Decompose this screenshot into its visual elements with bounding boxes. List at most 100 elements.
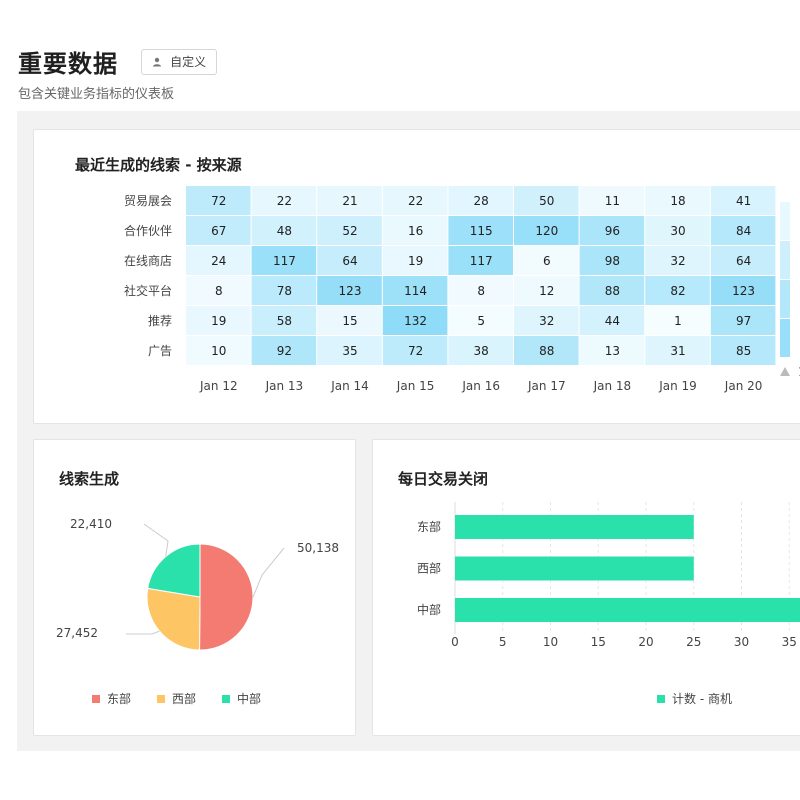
bar-tick-label: 35 [782,635,797,649]
heatmap-cell-value: 35 [342,344,357,358]
heatmap-cell-value: 10 [211,344,226,358]
pie-leader-line [126,630,160,635]
pie-legend-swatch [222,694,231,703]
heatmap-cell-value: 123 [339,284,362,298]
heatmap-col-label: Jan 13 [265,379,304,393]
heatmap-col-label: Jan 14 [330,379,369,393]
pie-legend-swatch [157,694,166,703]
heatmap-col-label: Jan 15 [396,379,435,393]
bar-tick-label: 5 [499,635,507,649]
heatmap-cell-value: 19 [211,314,226,328]
heatmap-cell-value: 72 [408,344,423,358]
heatmap-cell-value: 32 [539,314,554,328]
bar[interactable] [455,556,694,581]
heatmap-cell-value: 44 [605,314,620,328]
pie-legend-label: 中部 [237,692,262,706]
page-header: 重要数据 自定义 [18,44,218,79]
heatmap-cell-value: 22 [408,194,423,208]
heatmap-cell-value: 8 [215,284,223,298]
heatmap-row-label: 贸易展会 [124,194,172,208]
heatmap-scale-step [780,202,790,240]
heatmap-cell-value: 28 [474,194,489,208]
heatmap-col-label: Jan 12 [199,379,238,393]
customize-button-label: 自定义 [170,55,207,69]
pie-legend-item[interactable]: 中部 [222,690,261,707]
bar-tick-label: 20 [638,635,653,649]
pie-slice[interactable] [199,543,254,651]
bar-chart: 东部西部中部 0 5 10 15 20 25 30 35 [417,502,800,649]
scale-prev-arrow-icon[interactable] [780,367,790,376]
heatmap-cell-value: 120 [535,224,558,238]
heatmap-cell-value: 92 [277,344,292,358]
heatmap-cell-value: 30 [670,224,685,238]
heatmap-cell-value: 22 [277,194,292,208]
pie-legend: 东部 西部 中部 [92,690,261,707]
customize-button[interactable]: 自定义 [141,48,218,75]
heatmap-cell-value: 24 [211,254,226,268]
heatmap-row-label: 在线商店 [124,253,172,268]
bar[interactable] [455,515,694,539]
heatmap-cell-value: 96 [605,224,620,238]
heatmap-cell-value: 41 [736,194,751,208]
pie-legend-label: 东部 [107,692,132,706]
bar-card: 每日交易关闭 东部 西部 中部 0 5 10 15 20 25 30 35 计数 - 商机 [372,439,800,736]
heatmap-cell-value: 88 [539,344,554,358]
pie-leader-line [252,547,285,598]
user-icon [153,57,162,66]
heatmap-cell-value: 98 [605,254,620,268]
heatmap-cell-value: 48 [277,224,292,238]
bar-legend-swatch [657,694,665,703]
pie-legend-swatch [92,694,100,703]
heatmap-cell-value: 132 [404,314,427,328]
heatmap-row-label: 社交平台 [124,283,172,298]
heatmap-cell-value: 52 [342,224,357,238]
heatmap-cell-value: 97 [736,314,751,328]
heatmap-cell-value: 19 [408,254,423,268]
heatmap-scale-step [780,280,790,318]
heatmap-cell-value: 32 [670,254,685,268]
heatmap-cell-value: 123 [732,284,755,298]
heatmap-cell-value: 50 [539,194,554,208]
bar-tick-label: 25 [686,635,701,649]
pie-leader-line [143,523,169,557]
heatmap-cell-value: 1 [674,314,682,328]
pie-legend-item[interactable]: 西部 [157,690,196,707]
bar-category-label: 中部 [417,602,441,617]
heatmap-row-label: 广告 [148,344,172,358]
bar[interactable] [455,598,800,622]
heatmap-cell-value: 5 [477,314,485,328]
bar-category-label: 东部 [417,519,441,534]
heatmap-cell-value: 72 [211,194,226,208]
heatmap-col-label: Jan 18 [593,379,632,393]
heatmap-cell-value: 78 [277,284,292,298]
bar-legend: 计数 - 商机 [657,690,732,707]
heatmap-row-label: 合作伙伴 [124,223,172,238]
heatmap-cell-value: 31 [670,344,685,358]
heatmap-scale-step [780,241,790,279]
heatmap-chart: 贸易展会合作伙伴在线商店社交平台推荐广告 Jan 12 Jan 13 Jan 14 Ja… [124,186,800,393]
heatmap-cell-value: 85 [736,344,751,358]
pie-value-label: 27,452 [56,626,98,640]
heatmap-cell-value: 16 [408,224,423,238]
pie-value-label: 22,410 [70,517,112,531]
dashboard-canvas: 最近生成的线索 - 按来源 贸易展会 合作伙伴 在线商店 社交平台 推荐 广告 Jan 12… [17,111,800,751]
pie-slice[interactable] [146,587,201,651]
heatmap-cell-value: 84 [736,224,751,238]
heatmap-col-label: Jan 20 [724,379,763,393]
heatmap-cell-value: 11 [605,194,620,208]
heatmap-col-label: Jan 17 [527,379,566,393]
pie-legend-item[interactable]: 东部 [92,690,131,707]
pie-slice[interactable] [147,543,201,598]
heatmap-cell-value: 12 [539,284,554,298]
bar-category-label: 西部 [417,561,441,576]
heatmap-cell-value: 15 [342,314,357,328]
heatmap-cell-value: 21 [342,194,357,208]
page-title: 重要数据 [18,50,118,78]
bar-legend-label: 计数 - 商机 [672,692,732,706]
heatmap-row-label: 推荐 [148,314,172,328]
pie-value-label: 50,138 [297,541,339,555]
heatmap-cell-value: 13 [605,344,620,358]
heatmap-cell-value: 6 [543,254,551,268]
pie-card: 线索生成 50,138 27,452 22,410 东部 西部 中部 [33,439,356,736]
heatmap-cell-value: 82 [670,284,685,298]
